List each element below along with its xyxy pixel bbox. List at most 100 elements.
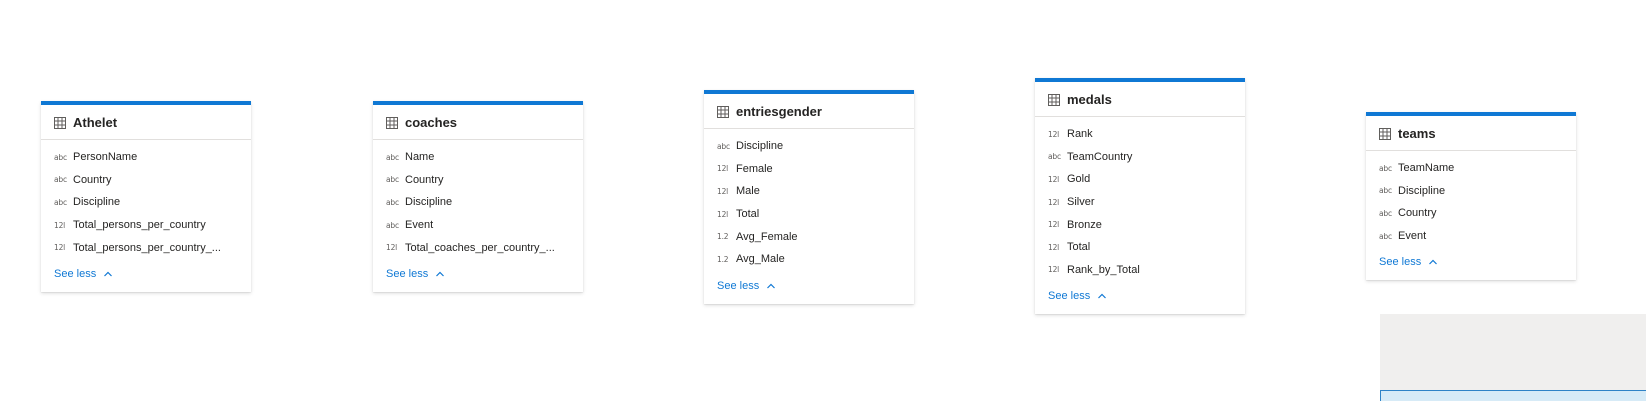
field-row[interactable]: 12l Gold: [1035, 168, 1245, 191]
field-name: Total_persons_per_country: [73, 219, 206, 232]
card-header[interactable]: coaches: [373, 105, 583, 140]
text-type-icon: abc: [1379, 186, 1392, 196]
field-row[interactable]: 12l Total_coaches_per_country_...: [373, 236, 583, 259]
card-title: medals: [1067, 91, 1112, 107]
field-name: Silver: [1067, 196, 1095, 209]
field-list: abc TeamName abc Discipline abc Country abc…: [1366, 151, 1576, 247]
field-name: Name: [405, 151, 435, 164]
whole-number-type-icon: 12l: [1048, 129, 1060, 139]
whole-number-type-icon: 12l: [1048, 265, 1060, 275]
field-name: Event: [1398, 230, 1427, 243]
whole-number-type-icon: 12l: [54, 220, 66, 230]
table-card-entriesgender[interactable]: entriesgender abc Discipline 12l Female 12…: [704, 90, 914, 304]
table-card-medals[interactable]: medals 12l Rank abc TeamCountry 12l Gold 12…: [1035, 78, 1245, 315]
field-name: Avg_Male: [736, 253, 785, 266]
card-header[interactable]: Athelet: [41, 105, 251, 140]
field-row[interactable]: 12l Male: [704, 180, 914, 203]
field-name: Avg_Female: [736, 230, 798, 243]
field-row[interactable]: abc Discipline: [41, 191, 251, 214]
field-list: 12l Rank abc TeamCountry 12l Gold 12l Silver…: [1035, 117, 1245, 281]
field-row[interactable]: abc Event: [1366, 225, 1576, 248]
field-row[interactable]: abc PersonName: [41, 146, 251, 169]
whole-number-type-icon: 12l: [1048, 242, 1060, 252]
whole-number-type-icon: 12l: [54, 243, 66, 253]
field-row[interactable]: abc Discipline: [704, 135, 914, 158]
field-row[interactable]: abc Country: [41, 169, 251, 192]
field-row[interactable]: abc Event: [373, 214, 583, 237]
field-row[interactable]: abc TeamName: [1366, 157, 1576, 180]
see-less-label: See less: [386, 267, 429, 280]
see-less-link[interactable]: See less: [1366, 252, 1576, 272]
field-name: PersonName: [73, 151, 138, 164]
field-name: Discipline: [405, 196, 453, 209]
card-header[interactable]: medals: [1035, 82, 1245, 117]
field-row[interactable]: 1.2 Avg_Male: [704, 248, 914, 271]
card-title: entriesgender: [736, 103, 822, 119]
see-less-link[interactable]: See less: [373, 264, 583, 284]
text-type-icon: abc: [386, 197, 399, 207]
field-row[interactable]: abc Country: [373, 169, 583, 192]
whole-number-type-icon: 12l: [386, 243, 398, 253]
selected-panel-edge[interactable]: [1380, 390, 1646, 401]
table-card-athelet[interactable]: Athelet abc PersonName abc Country abc Disc…: [41, 101, 251, 292]
text-type-icon: abc: [1048, 152, 1061, 162]
field-row[interactable]: 12l Total: [704, 203, 914, 226]
field-name: Rank: [1067, 128, 1093, 141]
field-name: Discipline: [736, 140, 784, 153]
field-row[interactable]: 12l Rank: [1035, 123, 1245, 146]
whole-number-type-icon: 12l: [1048, 174, 1060, 184]
card-title: Athelet: [73, 114, 118, 130]
field-list: abc Discipline 12l Female 12l Male 12l Total…: [704, 129, 914, 271]
field-list: abc PersonName abc Country abc Discipline 1…: [41, 140, 251, 259]
whole-number-type-icon: 12l: [717, 164, 729, 174]
table-icon: [1379, 127, 1391, 140]
table-icon: [386, 116, 398, 129]
see-less-label: See less: [54, 267, 97, 280]
see-less-link[interactable]: See less: [704, 276, 914, 296]
see-less-label: See less: [717, 279, 760, 292]
chevron-up-icon: [1098, 293, 1107, 299]
see-less-link[interactable]: See less: [1035, 286, 1245, 306]
field-name: TeamName: [1398, 162, 1455, 175]
see-less-label: See less: [1379, 256, 1422, 269]
card-title: coaches: [405, 114, 458, 130]
field-row[interactable]: 12l Rank_by_Total: [1035, 259, 1245, 282]
card-header[interactable]: teams: [1366, 116, 1576, 151]
field-name: Event: [405, 219, 434, 232]
card-title: teams: [1398, 125, 1436, 141]
field-row[interactable]: abc Name: [373, 146, 583, 169]
text-type-icon: abc: [1379, 208, 1392, 218]
table-icon: [54, 116, 66, 129]
field-list: abc Name abc Country abc Discipline abc Even…: [373, 140, 583, 259]
field-row[interactable]: abc Discipline: [373, 191, 583, 214]
field-row[interactable]: 12l Total_persons_per_country_...: [41, 236, 251, 259]
field-name: Gold: [1067, 173, 1091, 186]
field-row[interactable]: abc Country: [1366, 202, 1576, 225]
field-name: Male: [736, 185, 760, 198]
text-type-icon: abc: [386, 175, 399, 185]
chevron-up-icon: [104, 271, 113, 277]
decimal-type-icon: 1.2: [717, 254, 729, 264]
card-header[interactable]: entriesgender: [704, 94, 914, 129]
table-card-teams[interactable]: teams abc TeamName abc Discipline abc Count…: [1366, 112, 1576, 281]
field-row[interactable]: 12l Silver: [1035, 191, 1245, 214]
table-icon: [1048, 93, 1060, 106]
text-type-icon: abc: [386, 220, 399, 230]
field-row[interactable]: 12l Female: [704, 158, 914, 181]
chevron-up-icon: [767, 283, 776, 288]
whole-number-type-icon: 12l: [717, 209, 729, 219]
field-name: Country: [1398, 207, 1437, 220]
text-type-icon: abc: [54, 175, 67, 185]
field-row[interactable]: 1.2 Avg_Female: [704, 225, 914, 248]
field-name: Discipline: [73, 196, 121, 209]
field-row[interactable]: 12l Total: [1035, 236, 1245, 259]
text-type-icon: abc: [1379, 231, 1392, 241]
field-row[interactable]: 12l Bronze: [1035, 213, 1245, 236]
text-type-icon: abc: [1379, 163, 1392, 173]
field-row[interactable]: abc TeamCountry: [1035, 146, 1245, 169]
field-name: Female: [736, 162, 773, 175]
table-card-coaches[interactable]: coaches abc Name abc Country abc Discipline…: [373, 101, 583, 292]
field-row[interactable]: abc Discipline: [1366, 180, 1576, 203]
see-less-link[interactable]: See less: [41, 264, 251, 284]
field-row[interactable]: 12l Total_persons_per_country: [41, 214, 251, 237]
